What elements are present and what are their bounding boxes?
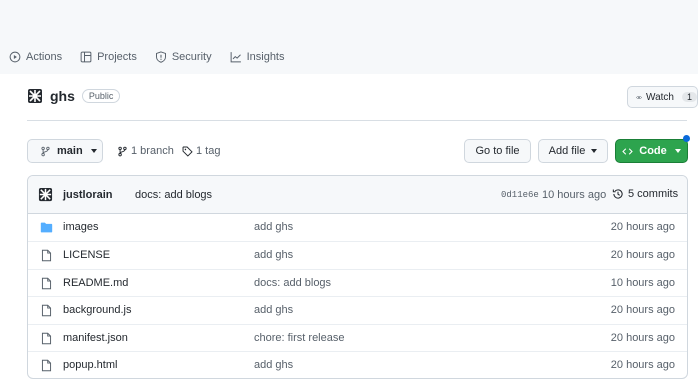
- file-commit-message[interactable]: add ghs: [254, 359, 293, 371]
- tab-projects[interactable]: Projects: [71, 51, 146, 63]
- branches-count: 1 branch: [131, 145, 174, 157]
- watch-label: Watch: [646, 91, 674, 103]
- header-divider: [27, 120, 687, 121]
- file-commit-time: 20 hours ago: [610, 358, 675, 371]
- file-commit-time: 20 hours ago: [610, 249, 675, 262]
- go-to-file-label: Go to file: [475, 145, 520, 157]
- code-icon: [622, 147, 633, 155]
- file-commit-message[interactable]: add ghs: [254, 304, 293, 316]
- file-name[interactable]: README.md: [63, 277, 128, 289]
- branch-icon: [41, 146, 50, 156]
- history-icon: [612, 189, 623, 199]
- file-name[interactable]: popup.html: [63, 359, 117, 371]
- repo-toolbar: main 1 branch 1 tag Go to file Add file …: [27, 135, 690, 163]
- commits-history-link[interactable]: 5 commits: [612, 188, 678, 200]
- file-commit-message[interactable]: add ghs: [254, 221, 293, 233]
- code-label: Code: [639, 145, 667, 157]
- file-name[interactable]: images: [63, 221, 98, 233]
- file-commit-time: 20 hours ago: [610, 221, 675, 233]
- branch-icon: [118, 146, 127, 156]
- file-row[interactable]: manifest.json chore: first release 20 ho…: [28, 323, 687, 351]
- file-commit-time: 20 hours ago: [610, 331, 675, 344]
- play-circle-icon: [9, 51, 21, 63]
- tags-link[interactable]: 1 tag: [182, 139, 220, 163]
- commit-message[interactable]: docs: add blogs: [135, 189, 212, 201]
- tag-icon: [182, 146, 193, 157]
- notification-dot: [683, 135, 690, 142]
- commit-author[interactable]: justlorain: [63, 189, 113, 201]
- tab-insights[interactable]: Insights: [221, 51, 294, 63]
- latest-commit-bar: justlorain docs: add blogs 0d11e6e 10 ho…: [28, 176, 687, 214]
- code-button[interactable]: Code: [615, 139, 688, 163]
- tab-actions-label: Actions: [26, 51, 63, 63]
- file-row[interactable]: images add ghs 20 hours ago: [28, 214, 687, 241]
- repo-nav-tabs: Actions Projects Security Insights: [0, 46, 294, 68]
- commit-time: 10 hours ago: [542, 189, 607, 201]
- commit-sha[interactable]: 0d11e6e: [501, 190, 539, 200]
- file-icon: [41, 359, 52, 372]
- eye-icon: [636, 95, 642, 99]
- tab-security[interactable]: Security: [146, 51, 221, 63]
- add-file-button[interactable]: Add file: [538, 139, 608, 163]
- chevron-down-icon: [90, 149, 97, 153]
- file-icon: [41, 277, 52, 290]
- go-to-file-button[interactable]: Go to file: [464, 139, 531, 163]
- branches-link[interactable]: 1 branch: [117, 139, 174, 163]
- file-name[interactable]: manifest.json: [63, 332, 128, 344]
- file-icon: [41, 332, 52, 344]
- watch-count: 1: [681, 92, 697, 102]
- file-row[interactable]: popup.html add ghs 20 hours ago: [28, 350, 687, 378]
- file-row[interactable]: background.js add ghs 20 hours ago: [28, 296, 687, 323]
- shield-icon: [155, 51, 166, 63]
- tags-count: 1 tag: [196, 145, 221, 157]
- file-row[interactable]: LICENSE add ghs 20 hours ago: [28, 241, 687, 268]
- repo-logo-icon: [28, 89, 42, 103]
- tab-insights-label: Insights: [246, 51, 285, 63]
- commits-count: 5 commits: [628, 188, 679, 200]
- visibility-badge: Public: [81, 89, 121, 103]
- avatar[interactable]: [38, 187, 53, 202]
- repo-title: ghs Public: [27, 88, 121, 104]
- chevron-down-icon: [591, 149, 598, 153]
- branch-selector[interactable]: main: [27, 139, 103, 163]
- file-commit-message[interactable]: docs: add blogs: [254, 277, 331, 289]
- file-commit-time: 10 hours ago: [610, 276, 675, 289]
- add-file-label: Add file: [548, 145, 586, 157]
- tab-projects-label: Projects: [97, 51, 137, 63]
- repo-name[interactable]: ghs: [50, 88, 75, 104]
- file-browser: justlorain docs: add blogs 0d11e6e 10 ho…: [27, 175, 688, 379]
- file-name[interactable]: LICENSE: [63, 249, 110, 261]
- folder-icon: [40, 222, 53, 233]
- file-commit-message[interactable]: chore: first release: [254, 332, 344, 344]
- tab-actions[interactable]: Actions: [0, 51, 71, 63]
- branch-name: main: [57, 145, 83, 157]
- graph-icon: [230, 52, 241, 63]
- file-row[interactable]: README.md docs: add blogs 10 hours ago: [28, 268, 687, 296]
- file-list: images add ghs 20 hours ago LICENSE add …: [28, 214, 687, 378]
- tab-security-label: Security: [171, 51, 212, 63]
- file-name[interactable]: background.js: [63, 304, 132, 316]
- watch-button[interactable]: Watch 1: [627, 86, 698, 108]
- chevron-down-icon: [674, 149, 681, 153]
- file-icon: [41, 250, 52, 262]
- file-commit-time: 20 hours ago: [610, 304, 675, 317]
- file-commit-message[interactable]: add ghs: [254, 249, 293, 261]
- table-icon: [80, 51, 92, 63]
- file-icon: [41, 304, 52, 317]
